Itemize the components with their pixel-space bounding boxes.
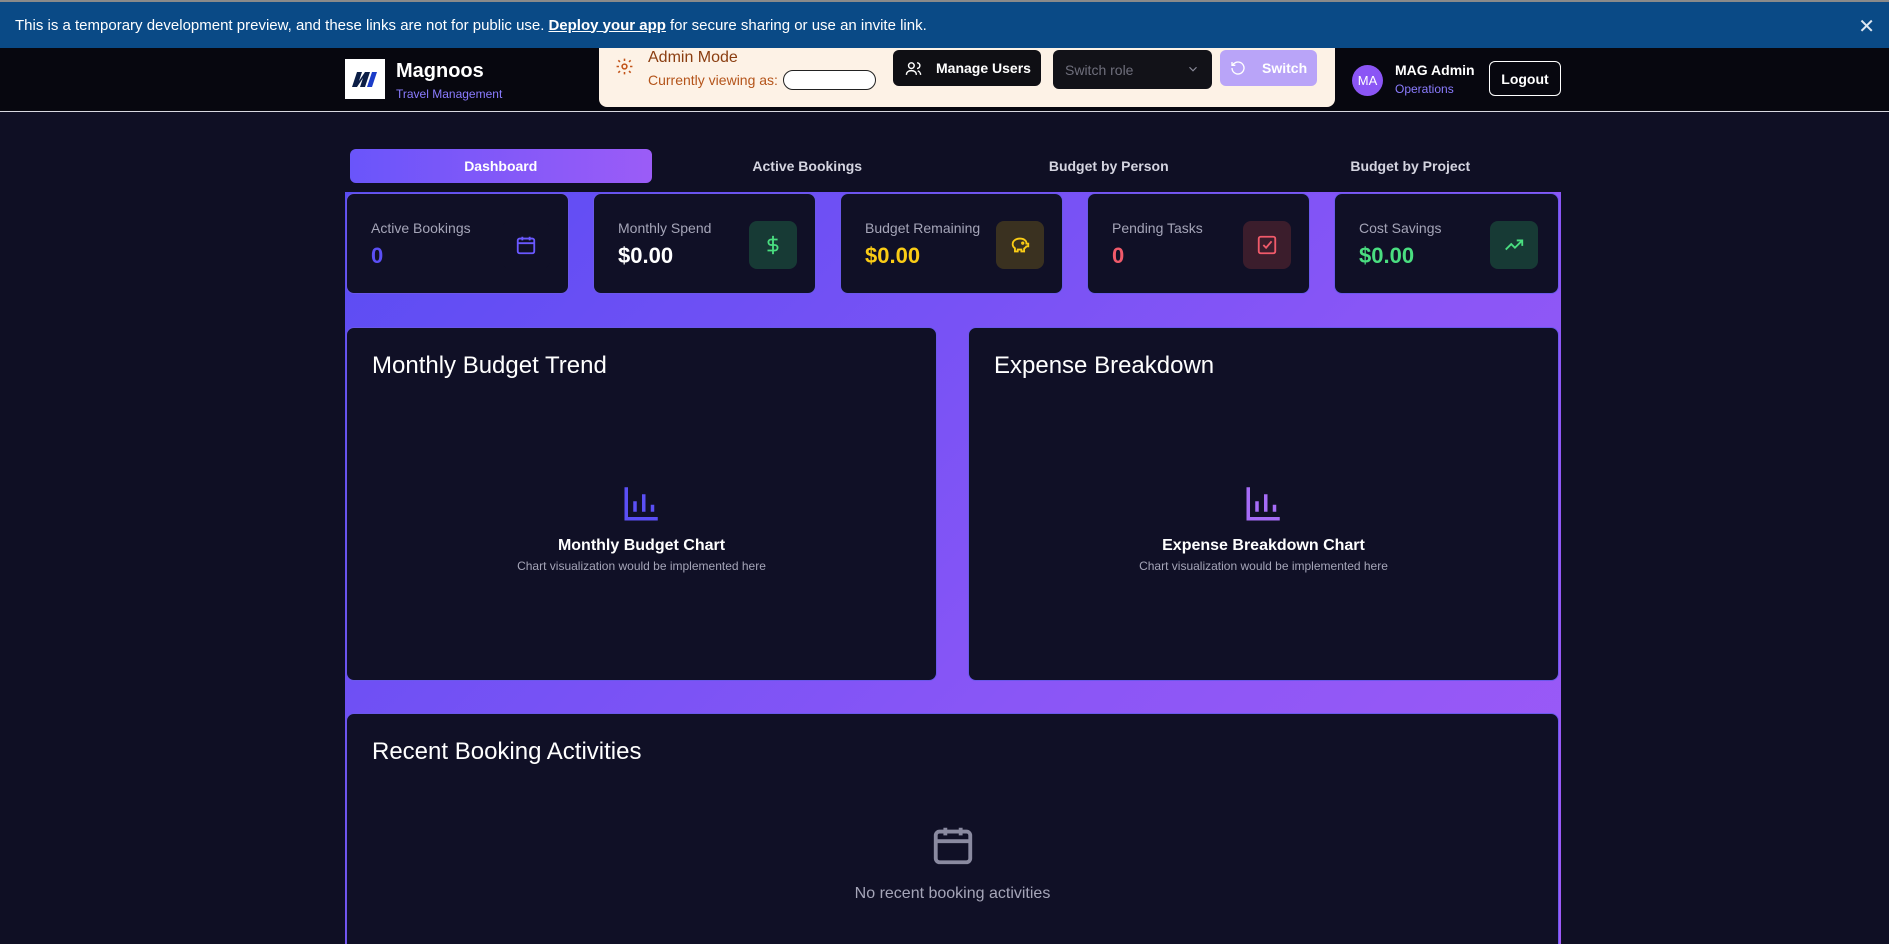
tab-active-bookings[interactable]: Active Bookings (657, 146, 959, 186)
main-tabs: Dashboard Active Bookings Budget by Pers… (345, 146, 1561, 186)
stat-card-pending-tasks: Pending Tasks 0 (1087, 193, 1310, 294)
chart-placeholder-title: Expense Breakdown Chart (1162, 537, 1365, 554)
viewing-as-field (783, 70, 876, 90)
stat-value: $0.00 (865, 243, 921, 268)
bar-chart-icon (1246, 487, 1280, 521)
dollar-icon (749, 221, 797, 269)
admin-mode-panel: Admin Mode Currently viewing as: Manage … (599, 48, 1335, 107)
chart-placeholder: Monthly Budget Chart Chart visualization… (347, 482, 936, 573)
empty-state: No recent booking activities (347, 822, 1558, 903)
banner-text: This is a temporary development preview,… (15, 16, 545, 34)
stat-value: $0.00 (1359, 243, 1415, 268)
tab-budget-by-person[interactable]: Budget by Person (958, 146, 1260, 186)
refresh-icon (1231, 61, 1245, 75)
brand-name: Magnoos (396, 60, 484, 82)
manage-users-label: Manage Users (936, 60, 1031, 76)
viewing-as-label: Currently viewing as: (648, 72, 778, 88)
tab-dashboard[interactable]: Dashboard (350, 149, 652, 183)
stat-card-cost-savings: Cost Savings $0.00 (1334, 193, 1559, 294)
logo-icon (352, 72, 377, 87)
avatar[interactable]: MA (1352, 65, 1383, 96)
chevron-down-icon (1189, 66, 1197, 72)
panel-title: Recent Booking Activities (372, 738, 642, 765)
check-square-icon (1243, 221, 1291, 269)
switch-role-placeholder: Switch role (1065, 61, 1134, 78)
gear-icon (615, 57, 634, 81)
tab-budget-by-project[interactable]: Budget by Project (1260, 146, 1562, 186)
banner-text-after: for secure sharing or use an invite link… (669, 16, 927, 34)
recent-booking-activities-panel: Recent Booking Activities No recent book… (346, 713, 1559, 944)
piggy-bank-icon (996, 221, 1044, 269)
user-role: Operations (1395, 82, 1454, 96)
stat-value: $0.00 (618, 243, 674, 268)
close-icon[interactable]: ✕ (1858, 14, 1875, 39)
dev-preview-banner: This is a temporary development preview,… (0, 0, 1889, 48)
chart-placeholder: Expense Breakdown Chart Chart visualizat… (969, 482, 1558, 573)
calendar-icon (502, 221, 550, 269)
app-header: Magnoos Travel Management Admin Mode Cur… (0, 48, 1889, 112)
brand-subtitle: Travel Management (396, 87, 503, 101)
panel-title: Monthly Budget Trend (372, 352, 607, 379)
chart-placeholder-subtitle: Chart visualization would be implemented… (1139, 559, 1388, 573)
stat-label: Monthly Spend (618, 220, 712, 236)
chart-placeholder-subtitle: Chart visualization would be implemented… (517, 559, 766, 573)
expense-breakdown-panel: Expense Breakdown Expense Breakdown Char… (968, 327, 1559, 681)
panel-title: Expense Breakdown (994, 352, 1215, 379)
stat-label: Pending Tasks (1112, 220, 1203, 236)
stat-card-budget-remaining: Budget Remaining $0.00 (840, 193, 1063, 294)
switch-role-select[interactable]: Switch role (1053, 50, 1212, 89)
dashboard-content: Active Bookings 0 Monthly Spend $0.00 Bu… (345, 192, 1561, 944)
trending-up-icon (1490, 221, 1538, 269)
stat-label: Budget Remaining (865, 220, 981, 236)
empty-state-text: No recent booking activities (854, 885, 1051, 902)
stat-value: 0 (371, 243, 384, 268)
stat-label: Active Bookings (371, 220, 471, 236)
chart-placeholder-title: Monthly Budget Chart (557, 537, 726, 554)
admin-mode-title: Admin Mode (648, 49, 738, 66)
calendar-icon (933, 827, 972, 865)
deploy-app-link[interactable]: Deploy your app (548, 17, 666, 34)
logout-button[interactable]: Logout (1489, 61, 1561, 96)
brand-logo[interactable] (345, 59, 385, 99)
monthly-budget-trend-panel: Monthly Budget Trend Monthly Budget Char… (346, 327, 937, 681)
manage-users-button[interactable]: Manage Users (893, 50, 1041, 86)
switch-button[interactable]: Switch (1220, 50, 1317, 86)
switch-label: Switch (1262, 60, 1308, 76)
users-icon (905, 61, 922, 75)
stat-card-active-bookings: Active Bookings 0 (346, 193, 569, 294)
bar-chart-icon (624, 487, 658, 521)
stat-label: Cost Savings (1359, 220, 1442, 236)
stat-value: 0 (1112, 243, 1125, 268)
stat-card-monthly-spend: Monthly Spend $0.00 (593, 193, 816, 294)
user-name: MAG Admin (1395, 62, 1475, 78)
